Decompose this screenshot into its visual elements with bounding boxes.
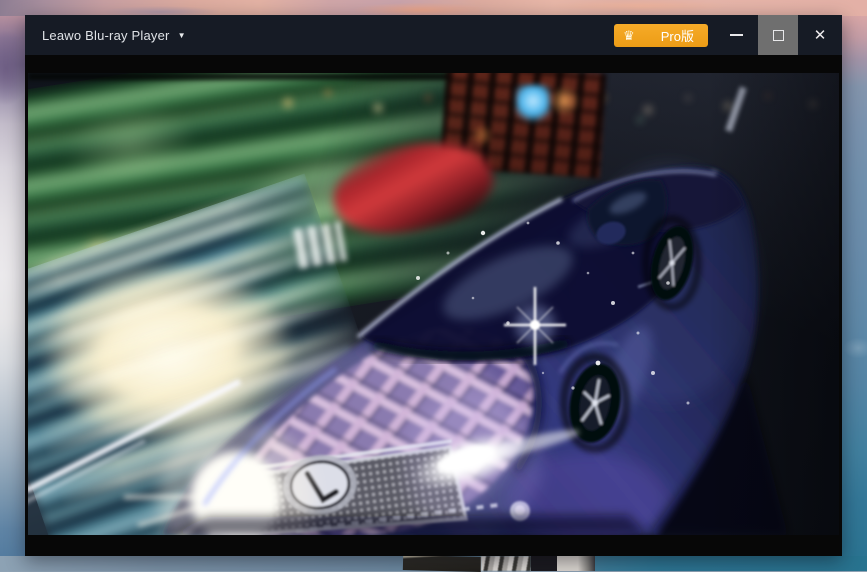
- desktop-bottom-fragment: [557, 556, 595, 571]
- caret-down-icon: ▼: [178, 30, 186, 40]
- maximize-icon: [773, 30, 784, 41]
- close-button[interactable]: ✕: [798, 15, 842, 55]
- desktop-right-edge: [842, 16, 867, 556]
- crown-icon: ♛: [623, 29, 635, 42]
- desktop-sky: [0, 0, 867, 16]
- desktop-bottom-fragment: [403, 555, 481, 572]
- maximize-button[interactable]: [758, 15, 798, 55]
- car-rear-wheel: [643, 219, 700, 307]
- close-icon: ✕: [814, 26, 827, 44]
- scene-right-vignette: [708, 73, 839, 535]
- pro-label: Pro版: [661, 26, 694, 45]
- titlebar[interactable]: Leawo Blu-ray Player ▼ ♛ Pro版 ✕: [25, 15, 842, 55]
- video-canvas[interactable]: [28, 73, 839, 535]
- app-menu[interactable]: Leawo Blu-ray Player ▼: [42, 28, 185, 43]
- desktop-left-edge: [0, 16, 25, 556]
- player-window: Leawo Blu-ray Player ▼ ♛ Pro版 ✕: [25, 15, 842, 556]
- desktop-bottom-fragment: [481, 556, 531, 571]
- titlebar-controls: ♛ Pro版 ✕: [614, 15, 842, 55]
- app-title: Leawo Blu-ray Player: [42, 28, 170, 43]
- pro-upgrade-button[interactable]: ♛ Pro版: [614, 24, 708, 47]
- minimize-icon: [730, 34, 743, 36]
- minimize-button[interactable]: [714, 15, 758, 55]
- desktop-bottom-fragment: [531, 556, 557, 571]
